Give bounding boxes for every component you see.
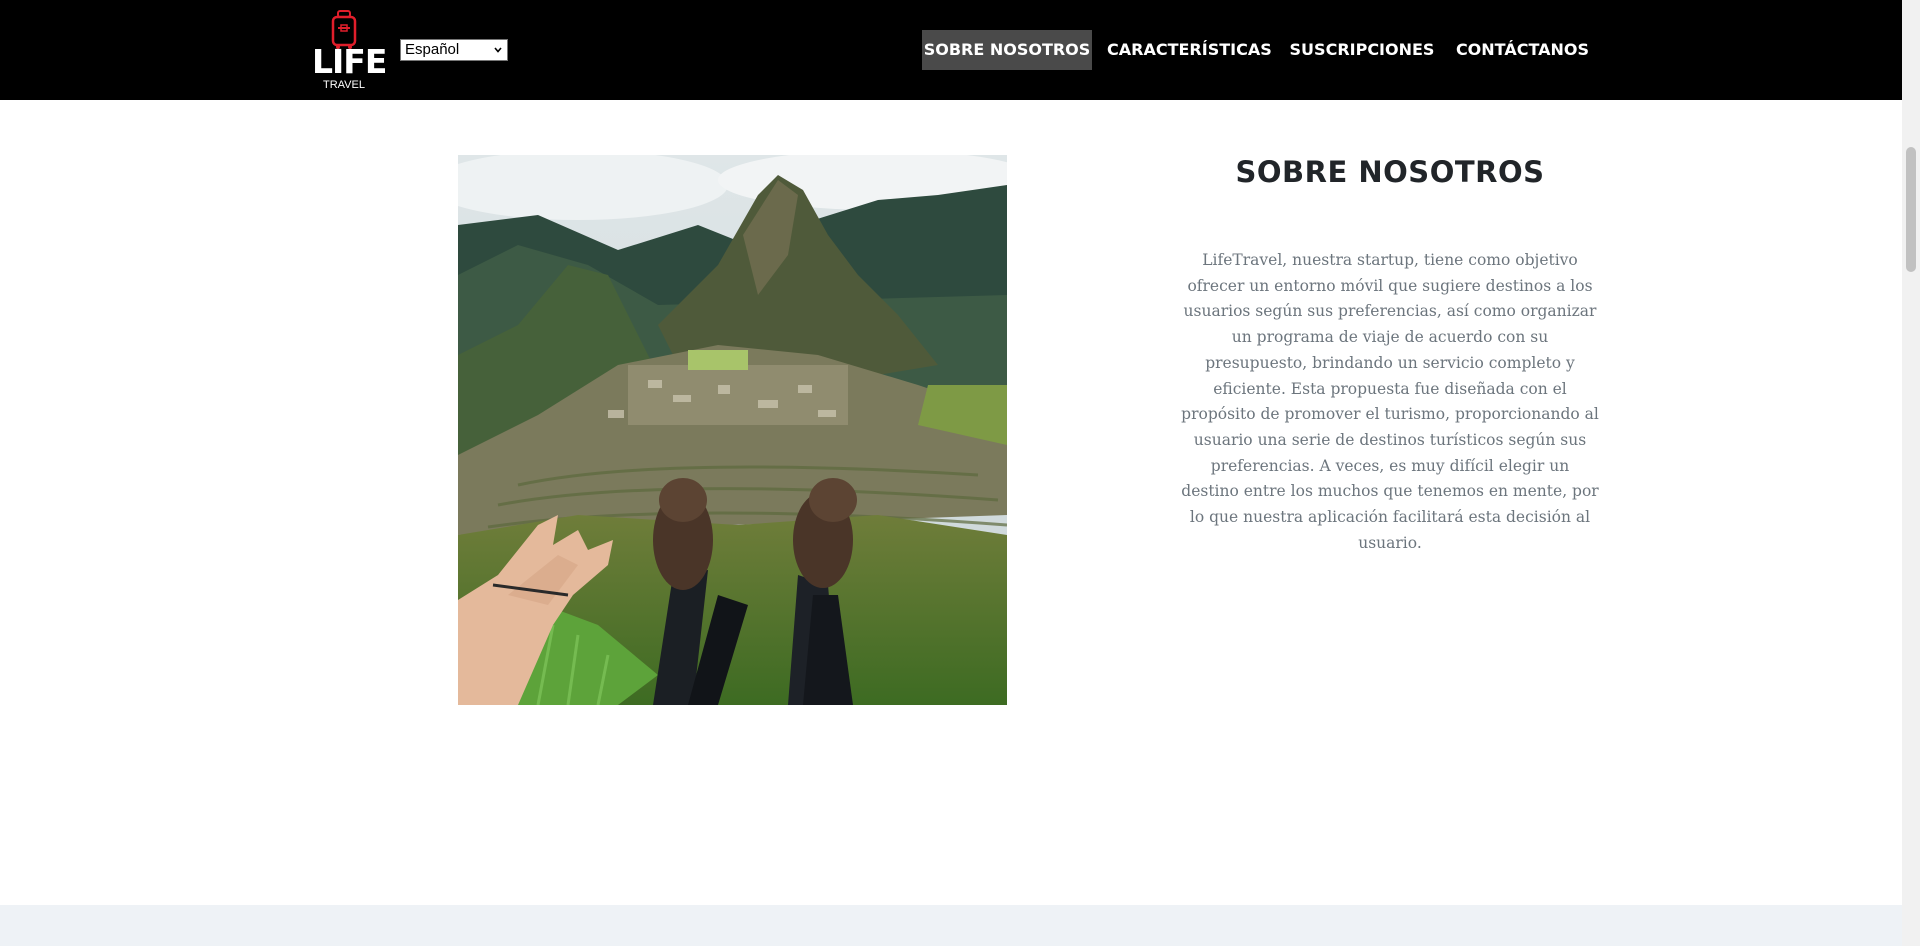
nav-item-contactanos[interactable]: CONTÁCTANOS	[1445, 30, 1600, 70]
navbar: LIFE TRAVEL Español SOBRE NOSOTROS CARAC…	[0, 0, 1902, 100]
scrollbar-thumb[interactable]	[1906, 147, 1916, 272]
about-description: LifeTravel, nuestra startup, tiene como …	[1181, 251, 1599, 552]
about-title: SOBRE NOSOTROS	[1235, 155, 1545, 189]
page: LIFE TRAVEL Español SOBRE NOSOTROS CARAC…	[0, 0, 1920, 946]
main-nav: SOBRE NOSOTROS CARACTERÍSTICAS SUSCRIPCI…	[0, 30, 1902, 70]
photo-illustration	[458, 155, 1007, 705]
nav-item-suscripciones[interactable]: SUSCRIPCIONES	[1254, 30, 1470, 70]
nav-item-sobre-nosotros[interactable]: SOBRE NOSOTROS	[922, 30, 1092, 70]
nav-item-caracteristicas[interactable]: CARACTERÍSTICAS	[1107, 30, 1272, 70]
next-section-band	[0, 905, 1902, 946]
scrollbar[interactable]	[1902, 0, 1920, 946]
machu-picchu-photo	[458, 155, 1007, 705]
brand-subtitle: TRAVEL	[323, 79, 365, 91]
